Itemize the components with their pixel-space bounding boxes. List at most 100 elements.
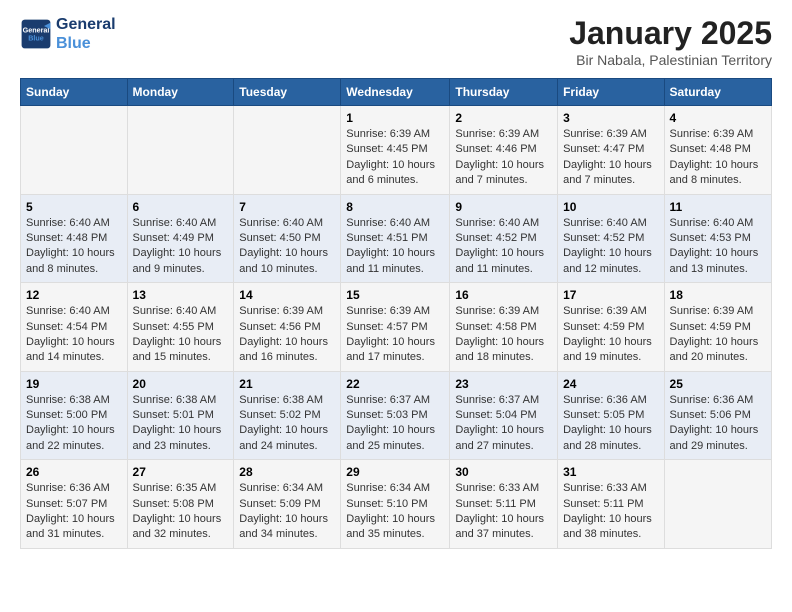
calendar-cell — [127, 106, 234, 195]
calendar-cell: 30Sunrise: 6:33 AM Sunset: 5:11 PM Dayli… — [450, 460, 558, 549]
day-info: Sunrise: 6:34 AM Sunset: 5:09 PM Dayligh… — [239, 481, 335, 543]
day-info: Sunrise: 6:39 AM Sunset: 4:59 PM Dayligh… — [563, 304, 658, 366]
calendar-table: SundayMondayTuesdayWednesdayThursdayFrid… — [20, 78, 772, 549]
weekday-header-wednesday: Wednesday — [341, 79, 450, 106]
calendar-cell: 9 Sunrise: 6:40 AM Sunset: 4:52 PM Daylig… — [450, 194, 558, 283]
calendar-cell: 23Sunrise: 6:37 AM Sunset: 5:04 PM Dayli… — [450, 371, 558, 460]
page-subtitle: Bir Nabala, Palestinian Territory — [569, 52, 772, 68]
calendar-cell: 4Sunrise: 6:39 AM Sunset: 4:48 PM Daylig… — [664, 106, 771, 195]
day-number: 1 — [346, 111, 444, 125]
day-number: 5 — [26, 200, 122, 214]
day-info: Sunrise: 6:36 AM Sunset: 5:05 PM Dayligh… — [563, 393, 658, 455]
day-number: 25 — [670, 377, 766, 391]
logo-icon: General Blue — [20, 18, 52, 50]
day-number: 27 — [133, 465, 229, 479]
day-info: Sunrise: 6:38 AM Sunset: 5:00 PM Dayligh… — [26, 393, 122, 455]
day-number: 24 — [563, 377, 658, 391]
weekday-header-monday: Monday — [127, 79, 234, 106]
day-number: 31 — [563, 465, 658, 479]
day-info: Sunrise: 6:40 AM Sunset: 4:51 PM Dayligh… — [346, 216, 444, 278]
day-info: Sunrise: 6:39 AM Sunset: 4:45 PM Dayligh… — [346, 127, 444, 189]
day-number: 17 — [563, 288, 658, 302]
day-number: 8 — [346, 200, 444, 214]
day-info: Sunrise: 6:39 AM Sunset: 4:59 PM Dayligh… — [670, 304, 766, 366]
day-info: Sunrise: 6:40 AM Sunset: 4:48 PM Dayligh… — [26, 216, 122, 278]
calendar-cell: 17 Sunrise: 6:39 AM Sunset: 4:59 PM Dayli… — [558, 283, 664, 372]
day-info: Sunrise: 6:39 AM Sunset: 4:47 PM Dayligh… — [563, 127, 658, 189]
weekday-header-sunday: Sunday — [21, 79, 128, 106]
day-info: Sunrise: 6:37 AM Sunset: 5:04 PM Dayligh… — [455, 393, 552, 455]
day-number: 20 — [133, 377, 229, 391]
day-info: Sunrise: 6:40 AM Sunset: 4:53 PM Dayligh… — [670, 216, 766, 278]
calendar-cell: 20Sunrise: 6:38 AM Sunset: 5:01 PM Dayli… — [127, 371, 234, 460]
calendar-cell: 13 Sunrise: 6:40 AM Sunset: 4:55 PM Dayli… — [127, 283, 234, 372]
day-number: 7 — [239, 200, 335, 214]
day-number: 15 — [346, 288, 444, 302]
day-number: 14 — [239, 288, 335, 302]
day-info: Sunrise: 6:38 AM Sunset: 5:02 PM Dayligh… — [239, 393, 335, 455]
calendar-cell — [234, 106, 341, 195]
day-number: 11 — [670, 200, 766, 214]
day-number: 2 — [455, 111, 552, 125]
calendar-cell: 21 Sunrise: 6:38 AM Sunset: 5:02 PM Dayli… — [234, 371, 341, 460]
day-number: 13 — [133, 288, 229, 302]
day-info: Sunrise: 6:36 AM Sunset: 5:06 PM Dayligh… — [670, 393, 766, 455]
day-number: 3 — [563, 111, 658, 125]
calendar-cell: 15 Sunrise: 6:39 AM Sunset: 4:57 PM Dayli… — [341, 283, 450, 372]
calendar-cell: 7Sunrise: 6:40 AM Sunset: 4:50 PM Daylig… — [234, 194, 341, 283]
day-info: Sunrise: 6:34 AM Sunset: 5:10 PM Dayligh… — [346, 481, 444, 543]
calendar-cell: 19 Sunrise: 6:38 AM Sunset: 5:00 PM Dayli… — [21, 371, 128, 460]
day-info: Sunrise: 6:39 AM Sunset: 4:46 PM Dayligh… — [455, 127, 552, 189]
day-number: 26 — [26, 465, 122, 479]
day-info: Sunrise: 6:37 AM Sunset: 5:03 PM Dayligh… — [346, 393, 444, 455]
weekday-header-friday: Friday — [558, 79, 664, 106]
day-number: 10 — [563, 200, 658, 214]
calendar-cell: 5 Sunrise: 6:40 AM Sunset: 4:48 PM Daylig… — [21, 194, 128, 283]
svg-text:Blue: Blue — [28, 34, 44, 43]
day-info: Sunrise: 6:40 AM Sunset: 4:55 PM Dayligh… — [133, 304, 229, 366]
calendar-week-3: 12 Sunrise: 6:40 AM Sunset: 4:54 PM Dayli… — [21, 283, 772, 372]
calendar-cell: 31 Sunrise: 6:33 AM Sunset: 5:11 PM Dayli… — [558, 460, 664, 549]
calendar-week-2: 5 Sunrise: 6:40 AM Sunset: 4:48 PM Daylig… — [21, 194, 772, 283]
day-info: Sunrise: 6:40 AM Sunset: 4:49 PM Dayligh… — [133, 216, 229, 278]
calendar-cell: 25 Sunrise: 6:36 AM Sunset: 5:06 PM Dayli… — [664, 371, 771, 460]
logo-general: General — [56, 15, 116, 34]
calendar-cell: 28 Sunrise: 6:34 AM Sunset: 5:09 PM Dayli… — [234, 460, 341, 549]
day-number: 19 — [26, 377, 122, 391]
calendar-cell: 8 Sunrise: 6:40 AM Sunset: 4:51 PM Daylig… — [341, 194, 450, 283]
day-number: 28 — [239, 465, 335, 479]
logo-blue: Blue — [56, 34, 116, 53]
day-info: Sunrise: 6:39 AM Sunset: 4:57 PM Dayligh… — [346, 304, 444, 366]
calendar-cell: 26 Sunrise: 6:36 AM Sunset: 5:07 PM Dayli… — [21, 460, 128, 549]
day-number: 9 — [455, 200, 552, 214]
calendar-cell: 18 Sunrise: 6:39 AM Sunset: 4:59 PM Dayli… — [664, 283, 771, 372]
day-info: Sunrise: 6:40 AM Sunset: 4:52 PM Dayligh… — [563, 216, 658, 278]
calendar-cell — [21, 106, 128, 195]
calendar-cell: 10 Sunrise: 6:40 AM Sunset: 4:52 PM Dayli… — [558, 194, 664, 283]
calendar-cell: 16 Sunrise: 6:39 AM Sunset: 4:58 PM Dayli… — [450, 283, 558, 372]
day-info: Sunrise: 6:35 AM Sunset: 5:08 PM Dayligh… — [133, 481, 229, 543]
day-number: 6 — [133, 200, 229, 214]
calendar-cell: 1 Sunrise: 6:39 AM Sunset: 4:45 PM Daylig… — [341, 106, 450, 195]
day-number: 21 — [239, 377, 335, 391]
calendar-cell: 3 Sunrise: 6:39 AM Sunset: 4:47 PM Daylig… — [558, 106, 664, 195]
day-info: Sunrise: 6:39 AM Sunset: 4:58 PM Dayligh… — [455, 304, 552, 366]
day-number: 4 — [670, 111, 766, 125]
day-info: Sunrise: 6:36 AM Sunset: 5:07 PM Dayligh… — [26, 481, 122, 543]
calendar-cell: 6 Sunrise: 6:40 AM Sunset: 4:49 PM Daylig… — [127, 194, 234, 283]
calendar-cell: 24 Sunrise: 6:36 AM Sunset: 5:05 PM Dayli… — [558, 371, 664, 460]
day-number: 29 — [346, 465, 444, 479]
day-number: 12 — [26, 288, 122, 302]
calendar-cell: 27 Sunrise: 6:35 AM Sunset: 5:08 PM Dayli… — [127, 460, 234, 549]
calendar-cell: 12 Sunrise: 6:40 AM Sunset: 4:54 PM Dayli… — [21, 283, 128, 372]
page-header: General Blue General Blue January 2025 B… — [20, 15, 772, 68]
day-number: 16 — [455, 288, 552, 302]
day-number: 22 — [346, 377, 444, 391]
day-info: Sunrise: 6:40 AM Sunset: 4:54 PM Dayligh… — [26, 304, 122, 366]
calendar-cell: 22 Sunrise: 6:37 AM Sunset: 5:03 PM Dayli… — [341, 371, 450, 460]
day-info: Sunrise: 6:33 AM Sunset: 5:11 PM Dayligh… — [563, 481, 658, 543]
day-info: Sunrise: 6:40 AM Sunset: 4:52 PM Dayligh… — [455, 216, 552, 278]
day-number: 18 — [670, 288, 766, 302]
day-info: Sunrise: 6:39 AM Sunset: 4:56 PM Dayligh… — [239, 304, 335, 366]
calendar-week-4: 19 Sunrise: 6:38 AM Sunset: 5:00 PM Dayli… — [21, 371, 772, 460]
